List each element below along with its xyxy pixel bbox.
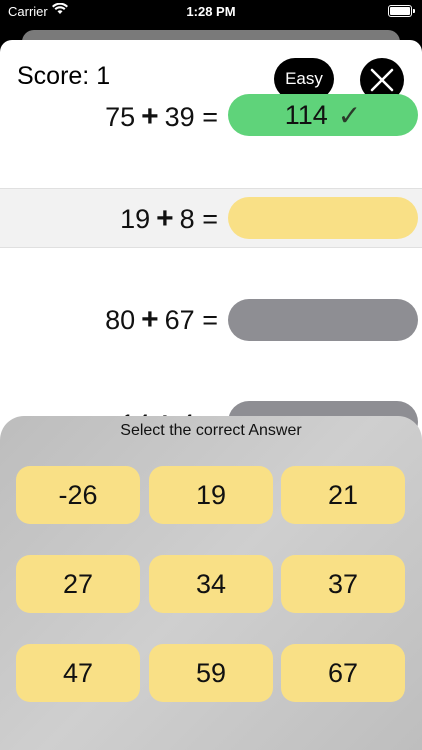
plus-operator: + [141, 100, 159, 133]
checkmark-icon: ✓ [337, 99, 362, 131]
battery-icon [388, 5, 415, 17]
operand-left: 19 [120, 204, 151, 234]
answer-panel: Select the correct Answer -26 19 21 27 3… [0, 416, 422, 750]
clock: 1:28 PM [186, 4, 236, 19]
answer-field[interactable] [228, 299, 418, 341]
answer-option[interactable]: 59 [149, 644, 273, 702]
answer-option[interactable]: 67 [281, 644, 405, 702]
answer-field[interactable]: 114 ✓ [228, 94, 418, 136]
question-expression: 19 +8 = [120, 202, 218, 236]
answer-option[interactable]: 21 [281, 466, 405, 524]
question-row-active: 19 +8 = [0, 188, 422, 248]
status-bar: Carrier 1:28 PM [0, 0, 422, 24]
operand-left: 80 [105, 305, 136, 335]
plus-operator: + [156, 202, 174, 235]
question-expression: 75 +39 = [105, 100, 218, 134]
answer-option[interactable]: 34 [149, 555, 273, 613]
operand-right: 67 [164, 305, 195, 335]
answer-option[interactable]: 27 [16, 555, 140, 613]
panel-title: Select the correct Answer [120, 422, 302, 439]
answer-option[interactable]: 37 [281, 555, 405, 613]
equals-sign: = [202, 305, 218, 335]
equals-sign: = [202, 102, 218, 132]
answer-option[interactable]: 19 [149, 466, 273, 524]
answer-option[interactable]: 47 [16, 644, 140, 702]
question-row: 75 +39 = 114 ✓ [0, 88, 422, 146]
operand-left: 75 [105, 102, 136, 132]
answer-field[interactable] [228, 197, 418, 239]
answer-value: 114 [284, 99, 328, 130]
score-label: Score: 1 [17, 62, 111, 90]
answer-option[interactable]: -26 [16, 466, 140, 524]
question-row: 80 +67 = [0, 291, 422, 349]
question-expression: 80 +67 = [105, 303, 218, 337]
operand-right: 39 [164, 102, 195, 132]
operand-right: 8 [179, 204, 195, 234]
equals-sign: = [202, 204, 218, 234]
plus-operator: + [141, 303, 159, 336]
